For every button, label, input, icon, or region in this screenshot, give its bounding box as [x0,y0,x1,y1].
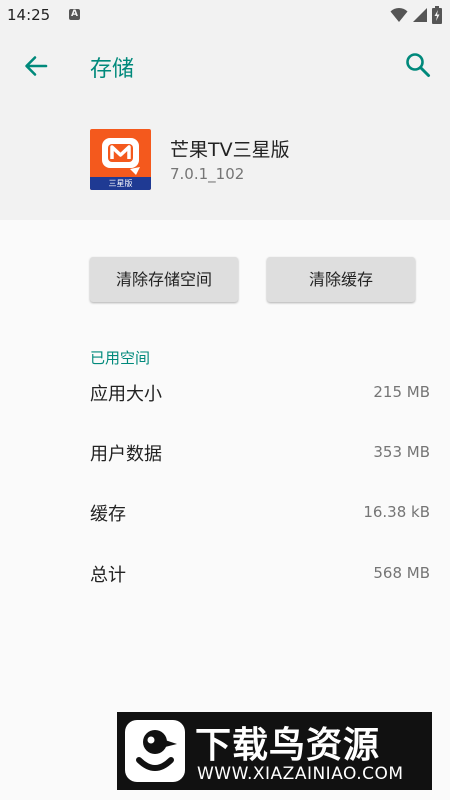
row-label: 缓存 [90,504,126,525]
app-icon: 三星版 [90,129,151,190]
app-name: 芒果TV三星版 [170,139,290,161]
row-value: 353 MB [373,443,430,461]
signal-icon [413,8,427,22]
row-value: 215 MB [373,383,430,401]
clear-cache-button[interactable]: 清除缓存 [267,257,415,302]
notification-icon: A [69,9,80,20]
app-header: 存储 三星版 芒果TV三星版 7.0.1_102 [0,31,450,220]
app-icon-badge: 三星版 [90,177,151,190]
status-icons [390,6,442,24]
watermark-url: WWW.XIAZAINIAO.COM [197,764,404,784]
storage-row-cache: 缓存 16.38 kB [90,500,430,530]
battery-icon [432,6,442,24]
row-value: 568 MB [373,564,430,582]
status-time: 14:25 [7,6,51,24]
watermark-title: 下载鸟资源 [195,725,381,766]
mango-tv-logo-icon [102,138,140,175]
page-title: 存储 [90,57,135,82]
row-label: 用户数据 [90,444,162,465]
storage-row-total: 总计 568 MB [90,561,430,591]
row-label: 总计 [90,565,126,586]
row-label: 应用大小 [90,384,162,405]
clear-storage-button[interactable]: 清除存储空间 [90,257,238,302]
search-icon[interactable] [404,51,432,79]
used-space-section-label: 已用空间 [90,349,151,367]
app-version: 7.0.1_102 [170,165,245,183]
bird-logo-icon [125,720,185,782]
back-arrow-icon[interactable] [22,52,50,80]
site-watermark: 下载鸟资源 WWW.XIAZAINIAO.COM [117,712,432,790]
storage-row-app-size: 应用大小 215 MB [90,380,430,410]
status-bar: 14:25 A [0,0,450,31]
wifi-icon [390,7,408,22]
storage-row-user-data: 用户数据 353 MB [90,440,430,470]
row-value: 16.38 kB [363,503,430,521]
